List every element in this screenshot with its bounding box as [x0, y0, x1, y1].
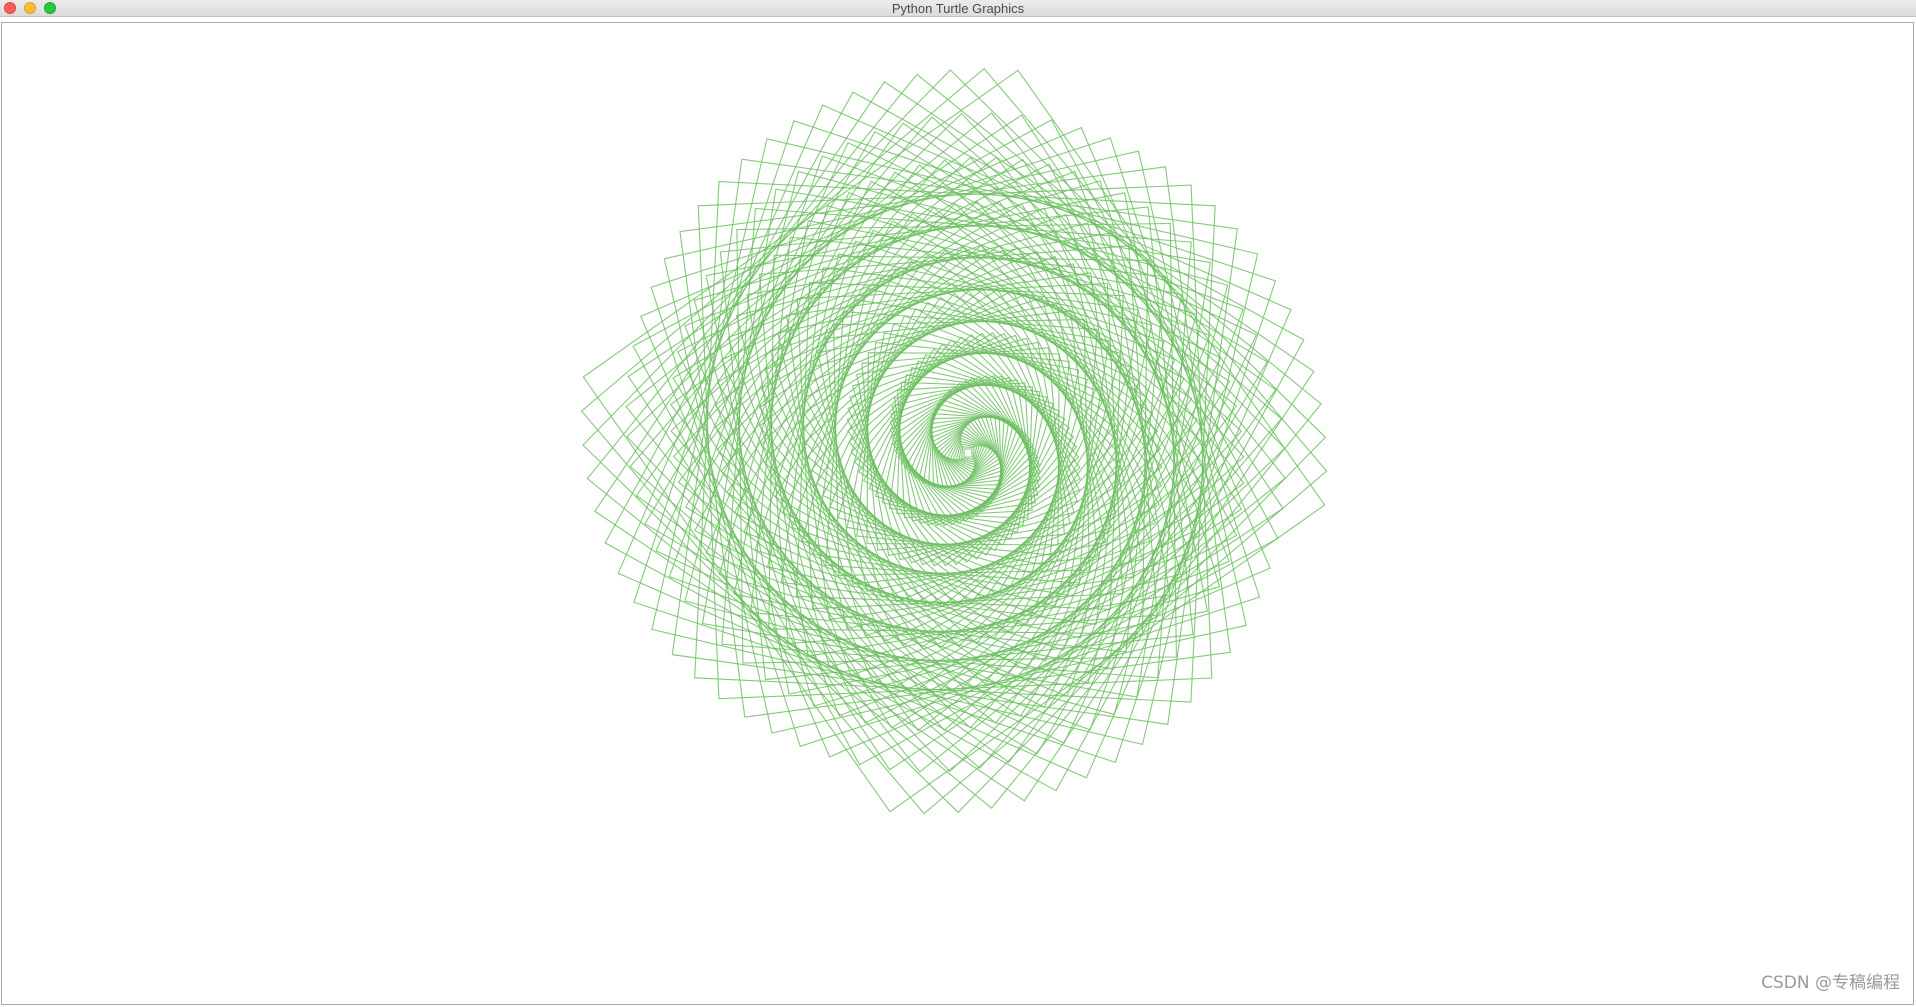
- watermark-text: CSDN @专稿编程: [1761, 973, 1900, 993]
- window-title: Python Turtle Graphics: [891, 1, 1025, 16]
- turtle-drawing-canvas[interactable]: [2, 23, 1913, 1004]
- turtle-window: Python Turtle Graphics CSDN @专稿编程: [0, 0, 1916, 1007]
- spiral-square: [900, 386, 1031, 517]
- spiral-square: [963, 448, 973, 458]
- spiral-square: [632, 119, 1279, 766]
- spiral-square: [586, 73, 1322, 809]
- turtle-canvas-frame[interactable]: [1, 22, 1914, 1005]
- title-bar[interactable]: Python Turtle Graphics: [0, 0, 1916, 17]
- spiral-group: [580, 67, 1328, 815]
